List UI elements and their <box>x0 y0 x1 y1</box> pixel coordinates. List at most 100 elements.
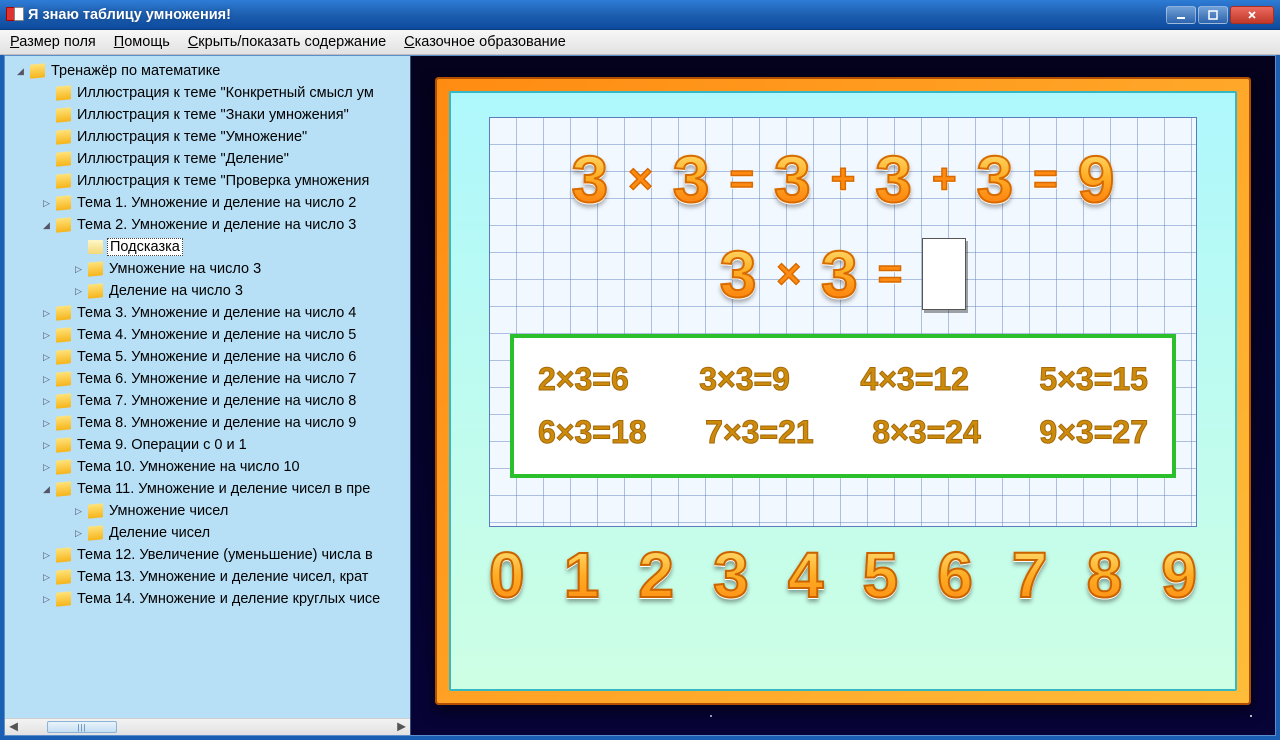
tree-item-10[interactable]: ▷Деление на число 3 <box>11 280 410 302</box>
tree-item-8[interactable]: •Подсказка <box>11 236 410 258</box>
tree-item-23[interactable]: ▷Тема 13. Умножение и деление чисел, кра… <box>11 566 410 588</box>
tree-item-6[interactable]: ▷ Тема 1. Умножение и деление на число 2 <box>11 192 410 214</box>
digit-button-9[interactable]: 9 <box>1161 543 1197 607</box>
tree-expand-icon[interactable]: ▷ <box>41 374 52 385</box>
tree-item-0[interactable]: ◢Тренажёр по математике <box>11 60 410 82</box>
tree-item-label: Умножение на число 3 <box>107 261 263 277</box>
multiplication-fact: 7×3=21 <box>705 414 814 451</box>
tree-expand-icon[interactable]: ▷ <box>41 462 52 473</box>
menu-item-1[interactable]: Помощь <box>114 34 170 50</box>
tree-expand-icon[interactable]: ▷ <box>73 506 84 517</box>
close-button[interactable] <box>1230 6 1274 24</box>
tree-item-15[interactable]: ▷ Тема 7. Умножение и деление на число 8 <box>11 390 410 412</box>
tree-item-11[interactable]: ▷Тема 3. Умножение и деление на число 4 <box>11 302 410 324</box>
scroll-track[interactable]: ||| <box>22 719 393 735</box>
tree-expand-icon[interactable]: ▷ <box>41 572 52 583</box>
tree-item-18[interactable]: ▷Тема 10. Умножение на число 10 <box>11 456 410 478</box>
digit-button-0[interactable]: 0 <box>489 543 525 607</box>
digit-button-7[interactable]: 7 <box>1012 543 1048 607</box>
operator: × <box>776 253 801 295</box>
scroll-right-button[interactable]: ► <box>393 719 410 736</box>
sidebar-horizontal-scrollbar[interactable]: ◄ ||| ► <box>5 718 410 735</box>
menu-item-2[interactable]: Скрыть/показать содержание <box>188 34 386 50</box>
tree-item-7[interactable]: ◢Тема 2. Умножение и деление на число 3 <box>11 214 410 236</box>
book-icon <box>56 217 71 233</box>
tree-item-14[interactable]: ▷Тема 6. Умножение и деление на число 7 <box>11 368 410 390</box>
tree-item-9[interactable]: ▷ Умножение на число 3 <box>11 258 410 280</box>
operand: 3 <box>977 146 1014 212</box>
tree-item-12[interactable]: ▷Тема 4. Умножение и деление на число 5 <box>11 324 410 346</box>
tree-item-label: Иллюстрация к теме "Проверка умножения <box>75 173 371 189</box>
tree-collapse-icon[interactable]: ◢ <box>41 220 52 231</box>
book-icon <box>56 481 71 497</box>
tree-expand-icon[interactable]: ▷ <box>41 198 52 209</box>
tree-item-24[interactable]: ▷ Тема 14. Умножение и деление круглых чи… <box>11 588 410 610</box>
content-pane: ◢Тренажёр по математике•Иллюстрация к те… <box>4 55 1276 736</box>
digit-button-5[interactable]: 5 <box>863 543 899 607</box>
tree-item-16[interactable]: ▷ Тема 8. Умножение и деление на число 9 <box>11 412 410 434</box>
menu-item-0[interactable]: Размер поля <box>10 34 96 50</box>
operand: 3 <box>821 241 858 307</box>
tree-item-2[interactable]: •Иллюстрация к теме "Знаки умножения" <box>11 104 410 126</box>
book-icon <box>56 459 71 475</box>
digit-button-6[interactable]: 6 <box>937 543 973 607</box>
book-icon <box>56 569 71 585</box>
tree-collapse-icon[interactable]: ◢ <box>41 484 52 495</box>
tree-expand-icon[interactable]: ▷ <box>73 528 84 539</box>
tree-item-label: Тема 1. Умножение и деление на число 2 <box>75 195 358 211</box>
maximize-button[interactable] <box>1198 6 1228 24</box>
tree-item-4[interactable]: •Иллюстрация к теме "Деление" <box>11 148 410 170</box>
operator: = <box>1033 158 1058 200</box>
book-icon <box>56 393 71 409</box>
tree-item-3[interactable]: •Иллюстрация к теме "Умножение" <box>11 126 410 148</box>
tree-item-label: Тема 14. Умножение и деление круглых чис… <box>75 591 382 607</box>
digit-button-2[interactable]: 2 <box>638 543 674 607</box>
window-controls <box>1166 6 1274 24</box>
tree-item-label: Подсказка <box>107 238 183 256</box>
tree-item-label: Тема 8. Умножение и деление на число 9 <box>75 415 358 431</box>
minimize-button[interactable] <box>1166 6 1196 24</box>
tree-item-19[interactable]: ◢Тема 11. Умножение и деление чисел в пр… <box>11 478 410 500</box>
digit-button-1[interactable]: 1 <box>564 543 600 607</box>
tree-item-label: Тема 12. Увеличение (уменьшение) числа в <box>75 547 375 563</box>
answer-input[interactable] <box>922 238 966 310</box>
operator: = <box>878 253 903 295</box>
tree-item-21[interactable]: ▷Деление чисел <box>11 522 410 544</box>
book-icon <box>88 503 103 519</box>
close-icon <box>1246 9 1258 21</box>
digit-button-3[interactable]: 3 <box>713 543 749 607</box>
digit-button-4[interactable]: 4 <box>788 543 824 607</box>
operator: + <box>932 158 957 200</box>
scroll-left-button[interactable]: ◄ <box>5 719 22 736</box>
book-icon <box>56 129 71 145</box>
menu-item-3[interactable]: Сказочное образование <box>404 34 566 50</box>
tree-item-20[interactable]: ▷Умножение чисел <box>11 500 410 522</box>
tree-expand-icon[interactable]: ▷ <box>41 352 52 363</box>
tree-expand-icon[interactable]: ▷ <box>41 308 52 319</box>
tree-expand-icon[interactable]: ▷ <box>41 330 52 341</box>
tree-expand-icon[interactable]: ▷ <box>73 264 84 275</box>
scroll-thumb[interactable]: ||| <box>47 721 117 733</box>
multiplication-fact: 4×3=12 <box>860 361 969 398</box>
tree-expand-icon[interactable]: ▷ <box>41 594 52 605</box>
operator: × <box>628 158 653 200</box>
tree-item-label: Тема 7. Умножение и деление на число 8 <box>75 393 358 409</box>
tree-collapse-icon[interactable]: ◢ <box>15 66 26 77</box>
tree-expand-icon[interactable]: ▷ <box>41 440 52 451</box>
tree-expand-icon[interactable]: ▷ <box>41 396 52 407</box>
tree-item-5[interactable]: •Иллюстрация к теме "Проверка умножения <box>11 170 410 192</box>
tree-expand-icon[interactable]: ▷ <box>41 418 52 429</box>
operand: 3 <box>720 241 757 307</box>
operand: 3 <box>572 146 609 212</box>
tree-expand-icon[interactable]: ▷ <box>73 286 84 297</box>
title-bar: Я знаю таблицу умножения! <box>0 0 1280 30</box>
question-equation-row: 3 × 3 = <box>490 238 1196 310</box>
digit-button-8[interactable]: 8 <box>1087 543 1123 607</box>
app-icon <box>6 7 22 23</box>
tree-expand-icon[interactable]: ▷ <box>41 550 52 561</box>
tree-item-13[interactable]: ▷Тема 5. Умножение и деление на число 6 <box>11 346 410 368</box>
tree-item-17[interactable]: ▷Тема 9. Операции с 0 и 1 <box>11 434 410 456</box>
tree-item-22[interactable]: ▷ Тема 12. Увеличение (уменьшение) числа … <box>11 544 410 566</box>
minimize-icon <box>1175 9 1187 21</box>
tree-item-1[interactable]: •Иллюстрация к теме "Конкретный смысл ум <box>11 82 410 104</box>
